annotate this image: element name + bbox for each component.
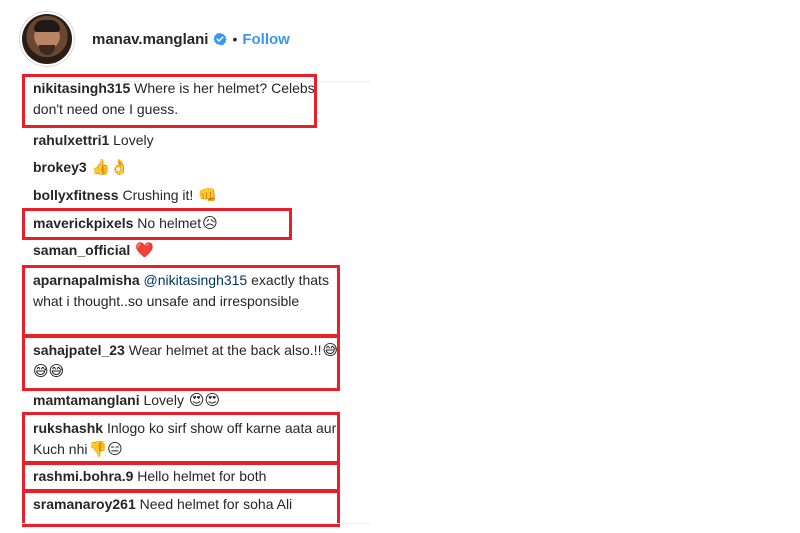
follow-button[interactable]: Follow xyxy=(242,31,290,48)
avatar-hair xyxy=(34,20,60,32)
comment-item: aparnapalmisha @nikitasingh315 exactly t… xyxy=(33,270,343,312)
comment-text: Lovely xyxy=(143,392,184,408)
verified-badge-icon xyxy=(213,32,228,46)
comment-text: Wear helmet at the back also.!! xyxy=(128,342,322,358)
comment-item: rahulxettri1 Lovely xyxy=(33,130,343,151)
comment-item: brokey3 👍👌 xyxy=(33,157,343,178)
comment-username[interactable]: nikitasingh315 xyxy=(33,80,130,96)
comment-item: rashmi.bohra.9 Hello helmet for both xyxy=(33,466,343,487)
comment-mention-link[interactable]: @nikitasingh315 xyxy=(144,272,248,288)
comment-item: saman_official ❤️ xyxy=(33,240,343,261)
comment-text: Hello helmet for both xyxy=(137,468,267,484)
avatar-beard xyxy=(39,45,55,55)
comment-item: sramanaroy261 Need helmet for soha Ali xyxy=(33,494,343,515)
comment-username[interactable]: bollyxfitness xyxy=(33,187,119,203)
post-author-username[interactable]: manav.manglani xyxy=(92,31,208,48)
comment-item: rukshashk Inlogo ko sirf show off karne … xyxy=(33,418,343,460)
comment-item: bollyxfitness Crushing it! 👊 xyxy=(33,185,343,206)
comment-username[interactable]: rukshashk xyxy=(33,420,103,436)
comment-text: Lovely xyxy=(113,132,154,148)
thumbs-up-ok-emoji-icon: 👍👌 xyxy=(91,159,129,176)
comment-item: nikitasingh315 Where is her helmet? Cele… xyxy=(33,78,343,120)
heart-eyes-emoji-icon: 😍😍 xyxy=(188,392,221,409)
avatar[interactable] xyxy=(22,14,72,64)
comment-username[interactable]: maverickpixels xyxy=(33,215,133,231)
comment-username[interactable]: sahajpatel_23 xyxy=(33,342,125,358)
comment-username[interactable]: saman_official xyxy=(33,242,130,258)
sad-face-emoji-icon: 😥 xyxy=(202,215,218,232)
comment-username[interactable]: rashmi.bohra.9 xyxy=(33,468,133,484)
separator-dot: • xyxy=(232,31,238,47)
comments-bottom-divider xyxy=(22,523,370,524)
fist-bump-emoji-icon: 👊 xyxy=(198,187,217,204)
comment-username[interactable]: aparnapalmisha xyxy=(33,272,140,288)
comment-username[interactable]: sramanaroy261 xyxy=(33,496,136,512)
comment-item: sahajpatel_23 Wear helmet at the back al… xyxy=(33,340,343,382)
comment-username[interactable]: brokey3 xyxy=(33,159,87,175)
comment-text: No helmet xyxy=(137,215,202,231)
comment-username[interactable]: mamtamanglani xyxy=(33,392,140,408)
comment-text: Crushing it! xyxy=(122,187,194,203)
comment-username[interactable]: rahulxettri1 xyxy=(33,132,109,148)
heart-emoji-icon: ❤️ xyxy=(135,242,154,259)
comment-item: maverickpixels No helmet😥 xyxy=(33,213,343,234)
comment-text: Need helmet for soha Ali xyxy=(139,496,293,512)
post-header: manav.manglani • Follow xyxy=(22,12,290,66)
thumbs-down-emoji-icon: 👎😑 xyxy=(88,441,123,458)
comment-item: mamtamanglani Lovely 😍😍 xyxy=(33,390,343,411)
